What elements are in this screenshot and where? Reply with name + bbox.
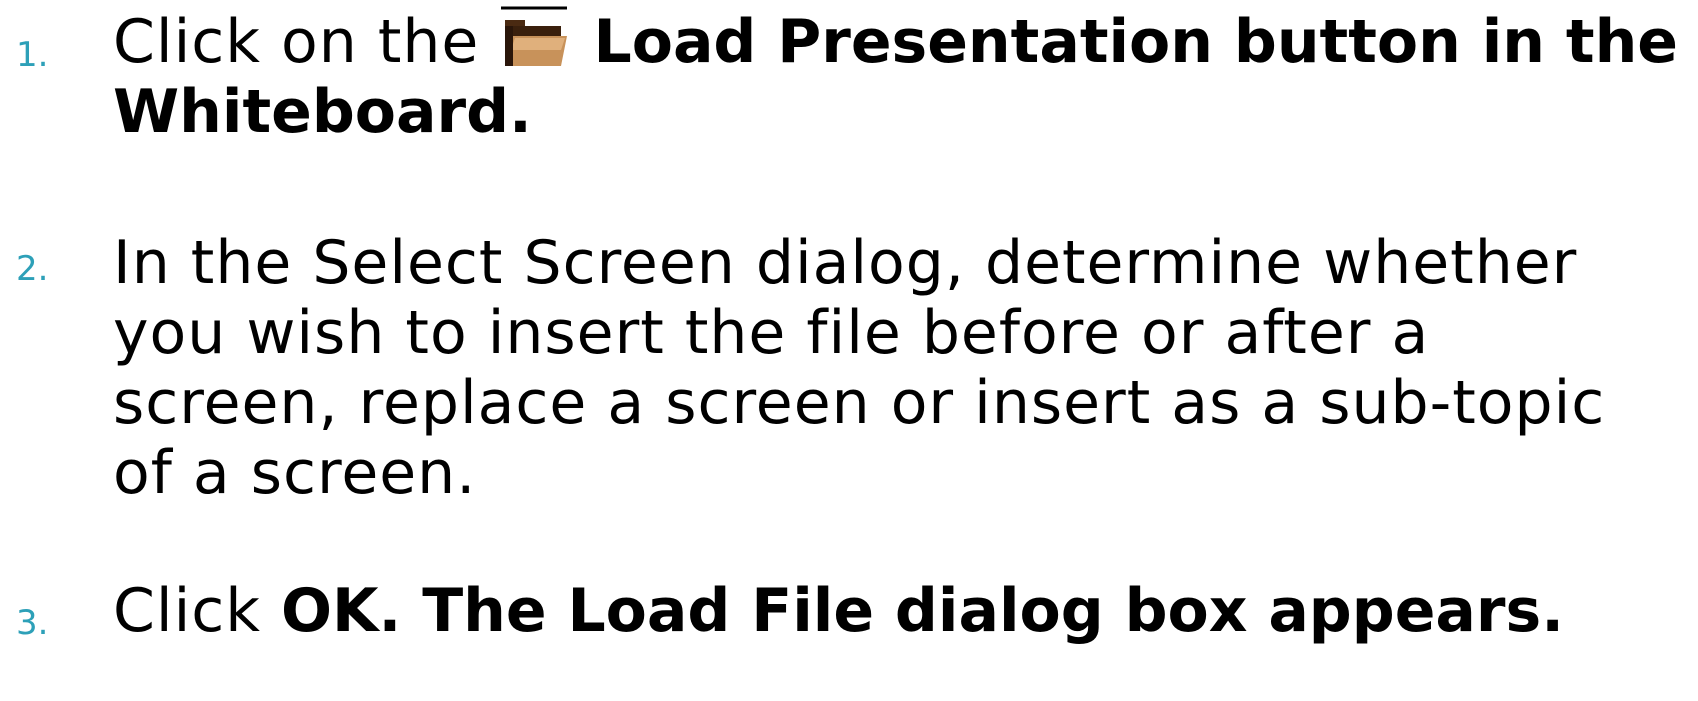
step-number: 2. xyxy=(16,249,49,289)
step-line: Click on the Load Presentation button in… xyxy=(113,6,1688,77)
load-presentation-folder-icon xyxy=(501,6,568,66)
step-line: you wish to insert the file before or af… xyxy=(113,298,1430,368)
step-line: screen, replace a screen or insert as a … xyxy=(113,368,1606,438)
step-text-bold: OK. The Load File dialog box appears. xyxy=(281,576,1564,646)
step-text-plain: Click on the xyxy=(113,7,480,77)
step-line: Click OK. The Load File dialog box appea… xyxy=(113,576,1688,646)
step-line: In the Select Screen dialog, determine w… xyxy=(113,228,1578,298)
step-line: Whiteboard. xyxy=(113,77,532,147)
step-text: Click OK. The Load File dialog box appea… xyxy=(113,576,1688,646)
step-text-plain: Click xyxy=(113,576,261,646)
step-text-bold: Load Presentation button in the xyxy=(593,7,1678,77)
step-number: 1. xyxy=(16,35,49,75)
step-text: Click on the Load Presentation button in… xyxy=(113,6,1688,147)
step-text: In the Select Screen dialog, determine w… xyxy=(113,228,1688,508)
step-number: 3. xyxy=(16,603,49,643)
step-line: of a screen. xyxy=(113,438,477,508)
